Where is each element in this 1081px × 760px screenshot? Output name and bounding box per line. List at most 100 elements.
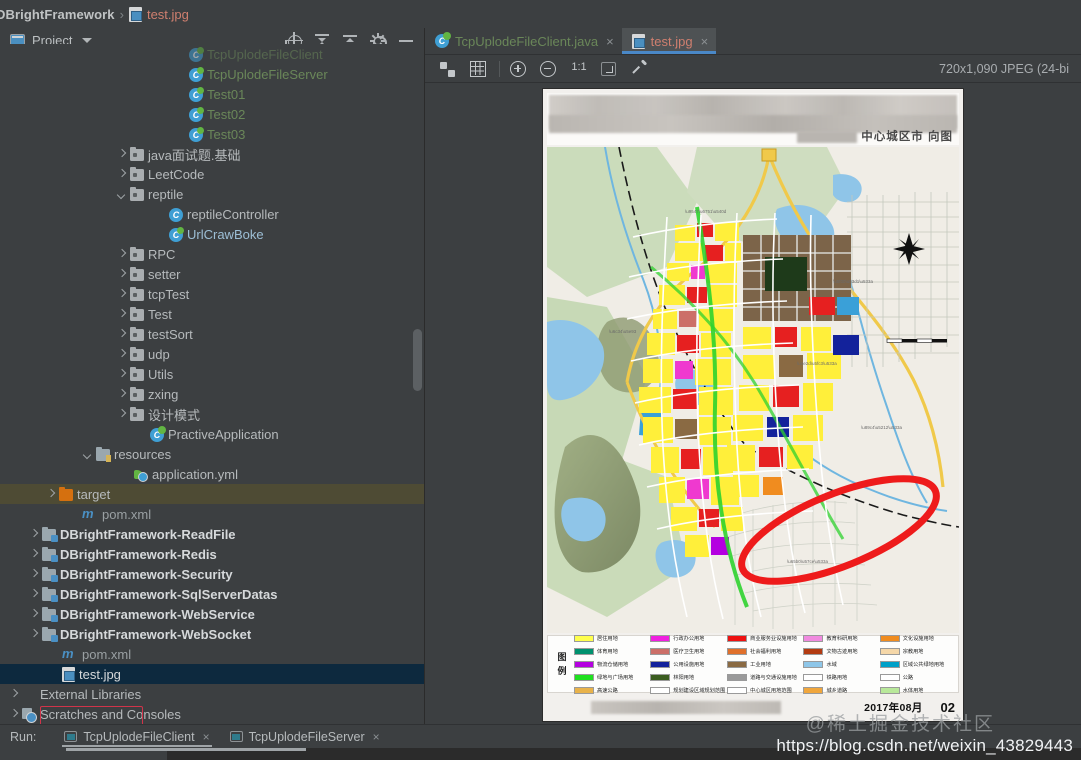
actual-size-label: 1:1 [571, 60, 587, 73]
tree-row[interactable]: reptile [0, 184, 424, 204]
chevron-right-icon[interactable] [116, 169, 127, 180]
tree-row[interactable]: target [0, 484, 424, 504]
chevron-right-icon[interactable] [8, 689, 19, 700]
color-picker-icon[interactable] [628, 59, 650, 79]
image-editor-toolbar: 1:1 720x1,090 JPEG (24-bi [425, 55, 1081, 83]
close-icon[interactable]: × [701, 35, 709, 48]
chevron-right-icon[interactable] [45, 489, 56, 500]
chevron-right-icon[interactable] [116, 369, 127, 380]
tree-row-label: setter [148, 266, 181, 282]
image-viewer[interactable]: 中心城区市 向图 \u9547\u6751\u540d \u5f00\u53d1… [425, 83, 1081, 724]
tree-row-label: DBrightFramework-ReadFile [60, 526, 236, 542]
chevron-down-icon[interactable] [82, 449, 93, 460]
tree-row[interactable]: C TcpUplodeFileClient [0, 44, 424, 64]
tree-row[interactable]: resources [0, 444, 424, 464]
tree-row[interactable]: C UrlCrawBoke [0, 224, 424, 244]
chevron-right-icon[interactable] [28, 549, 39, 560]
chevron-right-icon[interactable] [116, 269, 127, 280]
tree-row[interactable]: java面试题.基础 [0, 144, 424, 164]
chevron-down-icon[interactable] [116, 189, 127, 200]
tree-row[interactable]: RPC [0, 244, 424, 264]
close-icon[interactable]: × [606, 35, 614, 48]
breadcrumb-root[interactable]: DBrightFramework [0, 7, 115, 22]
package-folder-icon [130, 347, 144, 361]
package-folder-icon [130, 387, 144, 401]
legend-item: 林阳用地 [650, 671, 725, 683]
chevron-right-icon[interactable] [28, 609, 39, 620]
tree-row[interactable]: DBrightFramework-WebService [0, 604, 424, 624]
tree-row[interactable]: udp [0, 344, 424, 364]
tree-row[interactable]: C PractiveApplication [0, 424, 424, 444]
legend-swatch [574, 686, 594, 694]
tree-row[interactable]: 设计模式 [0, 404, 424, 424]
chevron-right-icon[interactable] [28, 569, 39, 580]
tree-row[interactable]: DBrightFramework-ReadFile [0, 524, 424, 544]
java-class-icon: C [169, 207, 183, 222]
chevron-right-icon[interactable] [8, 709, 19, 720]
chevron-right-icon[interactable] [28, 529, 39, 540]
chevron-right-icon[interactable] [28, 629, 39, 640]
tree-row[interactable]: DBrightFramework-SqlServerDatas [0, 584, 424, 604]
package-folder-icon [130, 287, 144, 301]
chevron-right-icon[interactable] [28, 589, 39, 600]
tree-row-label: test.jpg [79, 666, 121, 682]
zoom-out-icon[interactable] [538, 59, 560, 79]
tree-row[interactable]: DBrightFramework-WebSocket [0, 624, 424, 644]
editor-tab-label: test.jpg [650, 33, 693, 49]
chevron-right-icon[interactable] [116, 329, 127, 340]
legend-text: 铁路用地 [826, 674, 848, 681]
editor-tab[interactable]: C TcpUplodeFileClient.java × [425, 28, 622, 54]
tree-row[interactable]: CreptileController [0, 204, 424, 224]
tree-row[interactable]: m pom.xml [0, 504, 424, 524]
chevron-right-icon[interactable] [116, 389, 127, 400]
tree-row[interactable]: m pom.xml [0, 644, 424, 664]
editor-tab-label: TcpUplodeFileClient.java [455, 33, 599, 49]
fit-to-window-icon[interactable] [598, 59, 620, 79]
run-tab[interactable]: TcpUplodeFileClient × [54, 725, 219, 748]
chevron-right-icon[interactable] [116, 289, 127, 300]
legend-item: 道路与交通设施用地 [727, 671, 801, 683]
legend-swatch [727, 634, 748, 642]
tree-row[interactable]: DBrightFramework-Security [0, 564, 424, 584]
tree-row[interactable]: C Test01 [0, 84, 424, 104]
chevron-right-icon[interactable] [116, 349, 127, 360]
editor-tab[interactable]: test.jpg × [621, 28, 717, 54]
breadcrumb-file[interactable]: test.jpg [147, 7, 189, 22]
grid-icon[interactable] [467, 59, 489, 79]
tree-row[interactable]: C Test03 [0, 124, 424, 144]
tree-row[interactable]: External Libraries [0, 684, 424, 704]
zoom-in-icon[interactable] [508, 59, 530, 79]
tree-row[interactable]: Test [0, 304, 424, 324]
legend-text: 水域 [826, 661, 837, 668]
actual-size-icon[interactable]: 1:1 [568, 59, 590, 79]
tree-row[interactable]: DBrightFramework-Redis [0, 544, 424, 564]
tree-row[interactable]: test.jpg [0, 664, 424, 684]
chevron-right-icon[interactable] [116, 149, 127, 160]
close-icon[interactable]: × [373, 730, 380, 744]
legend-swatch [803, 673, 824, 681]
chevron-right-icon[interactable] [116, 409, 127, 420]
map-legend: 图 例 居住用地 行政办公用地 商业服务业设施用地 教育科研用地 文化设施用地 体育用地 医… [547, 634, 959, 694]
legend-swatch [803, 647, 824, 655]
tree-row[interactable]: LeetCode [0, 164, 424, 184]
transparency-checker-icon[interactable] [437, 59, 459, 79]
tree-row[interactable]: tcpTest [0, 284, 424, 304]
tree-row[interactable]: testSort [0, 324, 424, 344]
tree-row[interactable]: C Test02 [0, 104, 424, 124]
chevron-right-icon[interactable] [116, 309, 127, 320]
chevron-down-icon[interactable] [82, 38, 93, 43]
tree-row[interactable]: application.yml [0, 464, 424, 484]
run-tab[interactable]: TcpUplodeFileServer × [220, 725, 390, 748]
tree-row[interactable]: setter [0, 264, 424, 284]
svg-text:\u89c4\u5212\u533a: \u89c4\u5212\u533a [861, 425, 903, 430]
tree-row[interactable]: C TcpUplodeFileServer [0, 64, 424, 84]
tree-row[interactable]: Scratches and Consoles [0, 704, 424, 724]
legend-item: 文物古迹用地 [803, 645, 877, 657]
tree-row[interactable]: Utils [0, 364, 424, 384]
chevron-right-icon[interactable] [116, 249, 127, 260]
legend-swatch [574, 660, 594, 668]
project-tree[interactable]: C TcpUplodeFileClient C TcpUplodeFileServer… [0, 44, 424, 724]
tree-row[interactable]: zxing [0, 384, 424, 404]
close-icon[interactable]: × [203, 730, 210, 744]
